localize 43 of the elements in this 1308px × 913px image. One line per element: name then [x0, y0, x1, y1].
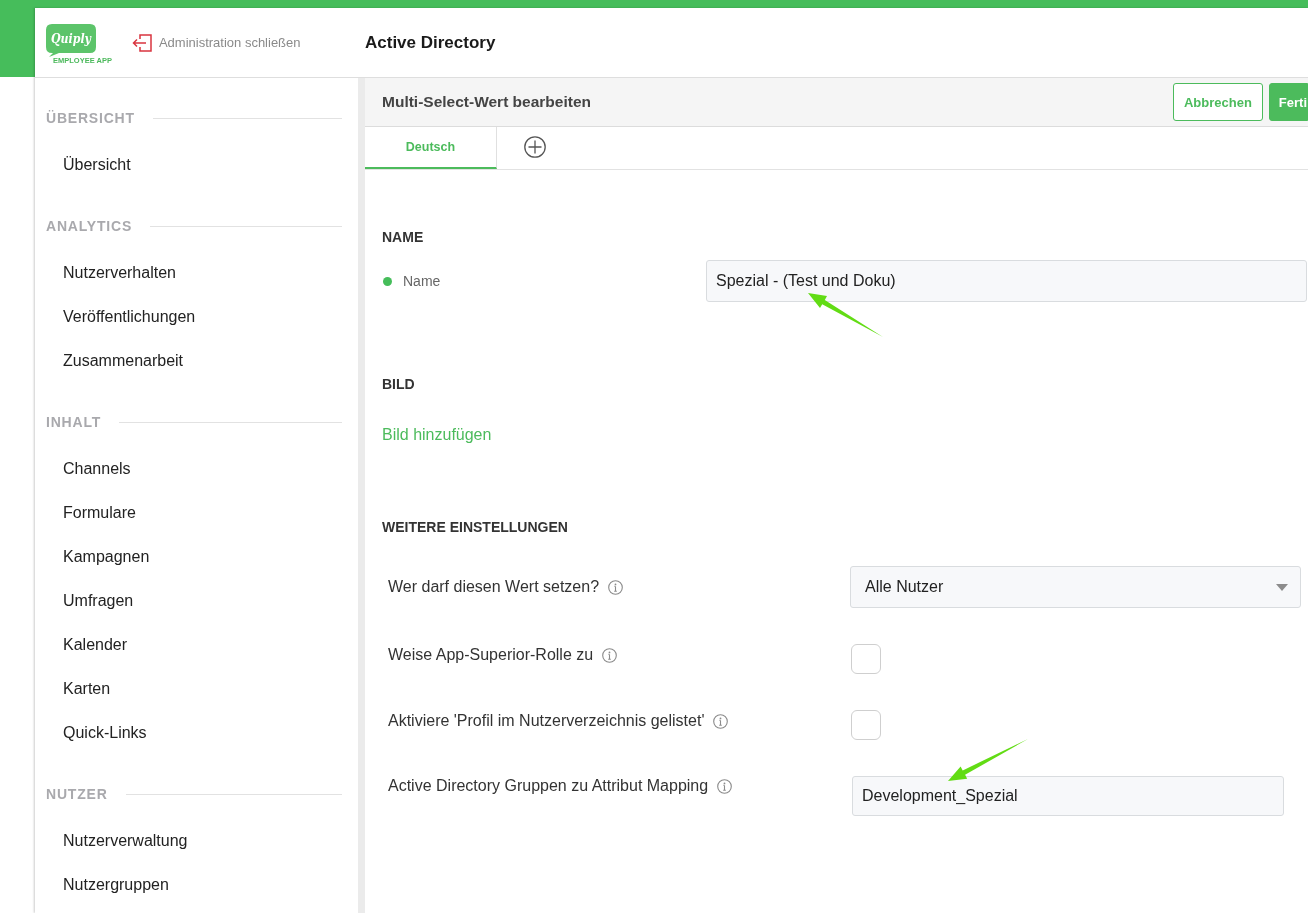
setting-label: Active Directory Gruppen zu Attribut Mapping — [388, 776, 709, 796]
setting-label: Weise App-Superior-Rolle zu — [388, 645, 594, 665]
field-label: Name — [403, 273, 441, 289]
nav-item[interactable]: Umfragen — [46, 579, 342, 623]
info-icon[interactable] — [608, 579, 624, 595]
plus-circle-icon — [524, 136, 546, 158]
close-admin-link[interactable]: Administration schließen — [131, 33, 301, 52]
nav-item[interactable]: Kalender — [46, 623, 342, 667]
pointer-arrow-icon — [807, 292, 884, 338]
nav-item[interactable]: Nutzerverwaltung — [46, 819, 342, 863]
section-heading: WEITERE EINSTELLUNGEN — [382, 518, 569, 537]
info-icon[interactable] — [713, 713, 729, 729]
nav-item[interactable]: Channels — [46, 447, 342, 491]
setting-label: Aktiviere 'Profil im Nutzerverzeichnis gelistet' — [388, 711, 705, 731]
info-icon[interactable] — [602, 647, 618, 663]
info-icon[interactable] — [717, 778, 733, 794]
nav-item[interactable]: Nutzerverhalten — [46, 251, 342, 295]
text-field[interactable]: Spezial - (Test und Doku) — [706, 260, 1307, 302]
nav-section-heading: NUTZER — [46, 786, 108, 802]
caret-icon — [1276, 583, 1288, 591]
nav-item[interactable]: Veröffentlichungen — [46, 295, 342, 339]
setting-label: Wer darf diesen Wert setzen? — [388, 577, 600, 597]
select-field[interactable]: Alle Nutzer — [850, 566, 1301, 608]
nav-section-heading: INHALT — [46, 414, 102, 430]
app-logo: Quiply — [45, 23, 97, 57]
nav-item[interactable]: Übersicht — [46, 143, 342, 187]
nav-item[interactable]: Quick-Links — [46, 711, 342, 755]
nav-item[interactable]: Karten — [46, 667, 342, 711]
text-field[interactable]: Development_Spezial — [852, 776, 1284, 816]
nav-item[interactable]: Formulare — [46, 491, 342, 535]
scrollbar[interactable] — [358, 78, 365, 913]
checkbox[interactable] — [851, 644, 881, 674]
nav-item[interactable]: Zusammenarbeit — [46, 339, 342, 383]
nav-section-heading: ÜBERSICHT — [46, 110, 135, 126]
nav-section-heading: ANALYTICS — [46, 218, 133, 234]
editor-title: Multi-Select-Wert bearbeiten — [382, 93, 592, 111]
exit-icon — [131, 33, 152, 52]
nav-item[interactable]: Kampagnen — [46, 535, 342, 579]
nav-item[interactable]: Nutzergruppen — [46, 863, 342, 907]
page-title: Active Directory — [365, 32, 496, 53]
section-heading: BILD — [382, 375, 416, 394]
checkbox[interactable] — [851, 710, 881, 740]
section-heading: NAME — [382, 228, 425, 247]
